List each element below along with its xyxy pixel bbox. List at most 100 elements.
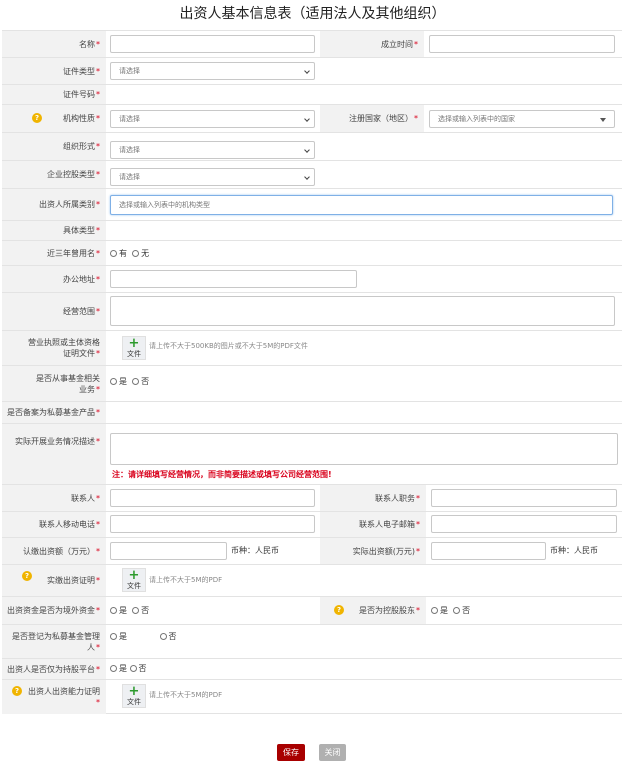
label-enterprise-holding: 企业控股类型 * [2,161,106,188]
radio-platform-no[interactable] [129,665,137,672]
actual-business-warning: 注：请详细填写经营情况，而非简要描述或填写公司经营范围! [112,470,332,479]
help-icon[interactable]: ? [334,605,344,615]
contact-position-input[interactable] [431,489,617,507]
label-org-form: 组织形式 * [2,133,106,160]
label-holding-platform: 出资人是否仅为持股平台 * [2,659,106,679]
radio-controlling-yes[interactable] [431,607,438,614]
plus-icon: + [128,568,140,583]
label-fund-business: 是否从事基金相关 业务* [2,366,106,401]
established-date-input[interactable] [429,35,615,53]
row-capability-proof: 出资人出资能力证明 * ? + 文件 请上传不大于5M的PDF [2,679,622,714]
label-org-nature: 机构性质 * [2,105,106,132]
row-holding-platform: 出资人是否仅为持股平台 * 是 否 [2,658,622,679]
row-capital: 认缴出资额（万元） * 币种：人民币 实际出资额(万元) * 币种：人民币 [2,537,622,564]
radio-pfm-no[interactable] [159,633,167,640]
org-nature-select[interactable]: 请选择 [110,110,315,128]
subscribed-capital-input[interactable] [110,542,227,560]
radio-controlling-no[interactable] [453,607,461,614]
radio-overseas-yes[interactable] [110,607,117,614]
label-former-name: 近三年曾用名 * [2,241,106,265]
row-actual-business: 实际开展业务情况描述 * 注：请详细填写经营情况，而非简要描述或填写公司经营范围! [2,423,622,484]
contact-input[interactable] [110,489,315,507]
row-cert-no: 证件号码 * [2,84,622,104]
radio-platform-yes[interactable] [110,665,117,672]
plus-icon: + [128,336,140,351]
paid-proof-upload-button[interactable]: + 文件 [122,568,146,592]
label-name: 名称 * [2,31,106,57]
label-cert-type: 证件类型 * [2,58,106,84]
row-contact: 联系人 * 联系人职务 * [2,484,622,511]
label-overseas-funds: 出资资金是否为境外资金 * [2,597,106,624]
row-paid-proof: 实缴出资证明 * ? + 文件 请上传不大于5M的PDF [2,564,622,596]
label-subscribed-capital: 认缴出资额（万元） * [2,538,106,564]
row-office-address: 办公地址 * [2,265,622,292]
name-input[interactable] [110,35,315,53]
row-contact-phone: 联系人移动电话 * 联系人电子邮箱 * [2,511,622,537]
former-name-radio-group: 有 无 [110,248,149,260]
controlling-shareholder-radio-group: 是 否 [431,605,470,617]
label-contact-mobile: 联系人移动电话 * [2,512,106,537]
row-cert-type: 证件类型 * 请选择 [2,57,622,84]
radio-fund-business-yes[interactable] [110,378,117,385]
label-private-fund-filed: 是否备案为私募基金产品 * [2,402,106,423]
label-contact-email: 联系人电子邮箱 * [320,512,426,537]
label-specific-type: 具体类型 * [2,221,106,240]
contact-email-input[interactable] [431,515,617,533]
license-upload-button[interactable]: + 文件 [122,336,146,360]
row-name: 名称 * 成立时间 * [2,30,622,57]
license-upload-hint: 请上传不大于500KB的图片或不大于5M的PDF文件 [149,342,308,350]
label-reg-country: 注册国家（地区） * [320,105,424,132]
actual-business-textarea[interactable] [110,433,618,465]
org-form-select[interactable]: 请选择 [110,141,315,159]
label-established: 成立时间 * [320,31,424,57]
radio-former-no[interactable] [132,250,140,257]
row-former-name: 近三年曾用名 * 有 无 [2,240,622,265]
help-icon[interactable]: ? [22,571,32,581]
paid-capital-input[interactable] [431,542,546,560]
reg-country-combobox[interactable]: 选择或输入列表中的国家 [429,110,615,128]
row-pfm-registered: 是否登记为私募基金管理 人* 是 否 [2,624,622,658]
help-icon[interactable]: ? [32,113,42,123]
investor-category-input[interactable]: 选择或输入列表中的机构类型 [110,195,613,215]
subscribed-currency: 币种：人民币 [231,546,279,555]
label-office-address: 办公地址 * [2,266,106,292]
row-overseas-funds: 出资资金是否为境外资金 * 是 否 是否为控股股东 * ? 是 否 [2,596,622,624]
help-icon[interactable]: ? [12,686,22,696]
label-contact-position: 联系人职务 * [320,485,426,511]
radio-former-yes[interactable] [110,250,117,257]
radio-overseas-no[interactable] [132,607,140,614]
paid-currency: 币种：人民币 [550,546,598,555]
holding-platform-radio-group: 是 否 [110,663,147,675]
business-scope-textarea[interactable] [110,296,615,326]
row-business-scope: 经营范围 * [2,292,622,330]
capability-proof-upload-button[interactable]: + 文件 [122,684,146,708]
label-paid-proof: 实缴出资证明 * [2,565,106,596]
row-business-license: 营业执照或主体资格 证明文件* + 文件 请上传不大于500KB的图片或不大于5M… [2,330,622,365]
cert-type-select[interactable]: 请选择 [110,62,315,80]
label-business-scope: 经营范围 * [2,293,106,330]
pfm-registered-radio-group: 是 否 [110,631,177,643]
paid-proof-upload-hint: 请上传不大于5M的PDF [149,576,223,584]
label-paid-capital: 实际出资额(万元) * [320,538,426,564]
label-pfm-registered: 是否登记为私募基金管理 人* [2,625,106,658]
enterprise-holding-select[interactable]: 请选择 [110,168,315,186]
office-address-input[interactable] [110,270,357,288]
row-org-nature: 机构性质 * ? 请选择 注册国家（地区） * 选择或输入列表中的国家 [2,104,622,132]
close-button[interactable]: 关闭 [319,744,346,761]
label-investor-category: 出资人所属类别 * [2,189,106,220]
row-investor-category: 出资人所属类别 * 选择或输入列表中的机构类型 [2,188,622,220]
capability-proof-upload-hint: 请上传不大于5M的PDF [149,691,223,699]
label-contact: 联系人 * [2,485,106,511]
plus-icon: + [128,684,140,699]
row-private-fund-filed: 是否备案为私募基金产品 * [2,401,622,423]
contact-mobile-input[interactable] [110,515,315,533]
fund-business-radio-group: 是 否 [110,376,149,388]
save-button[interactable]: 保存 [277,744,305,761]
radio-pfm-yes[interactable] [110,633,117,640]
page-title: 出资人基本信息表（适用法人及其他组织） [179,6,446,22]
row-org-form: 组织形式 * 请选择 [2,132,622,160]
label-actual-business: 实际开展业务情况描述 * [2,424,106,484]
radio-fund-business-no[interactable] [132,378,140,385]
label-cert-no: 证件号码 * [2,85,106,104]
row-specific-type: 具体类型 * [2,220,622,240]
